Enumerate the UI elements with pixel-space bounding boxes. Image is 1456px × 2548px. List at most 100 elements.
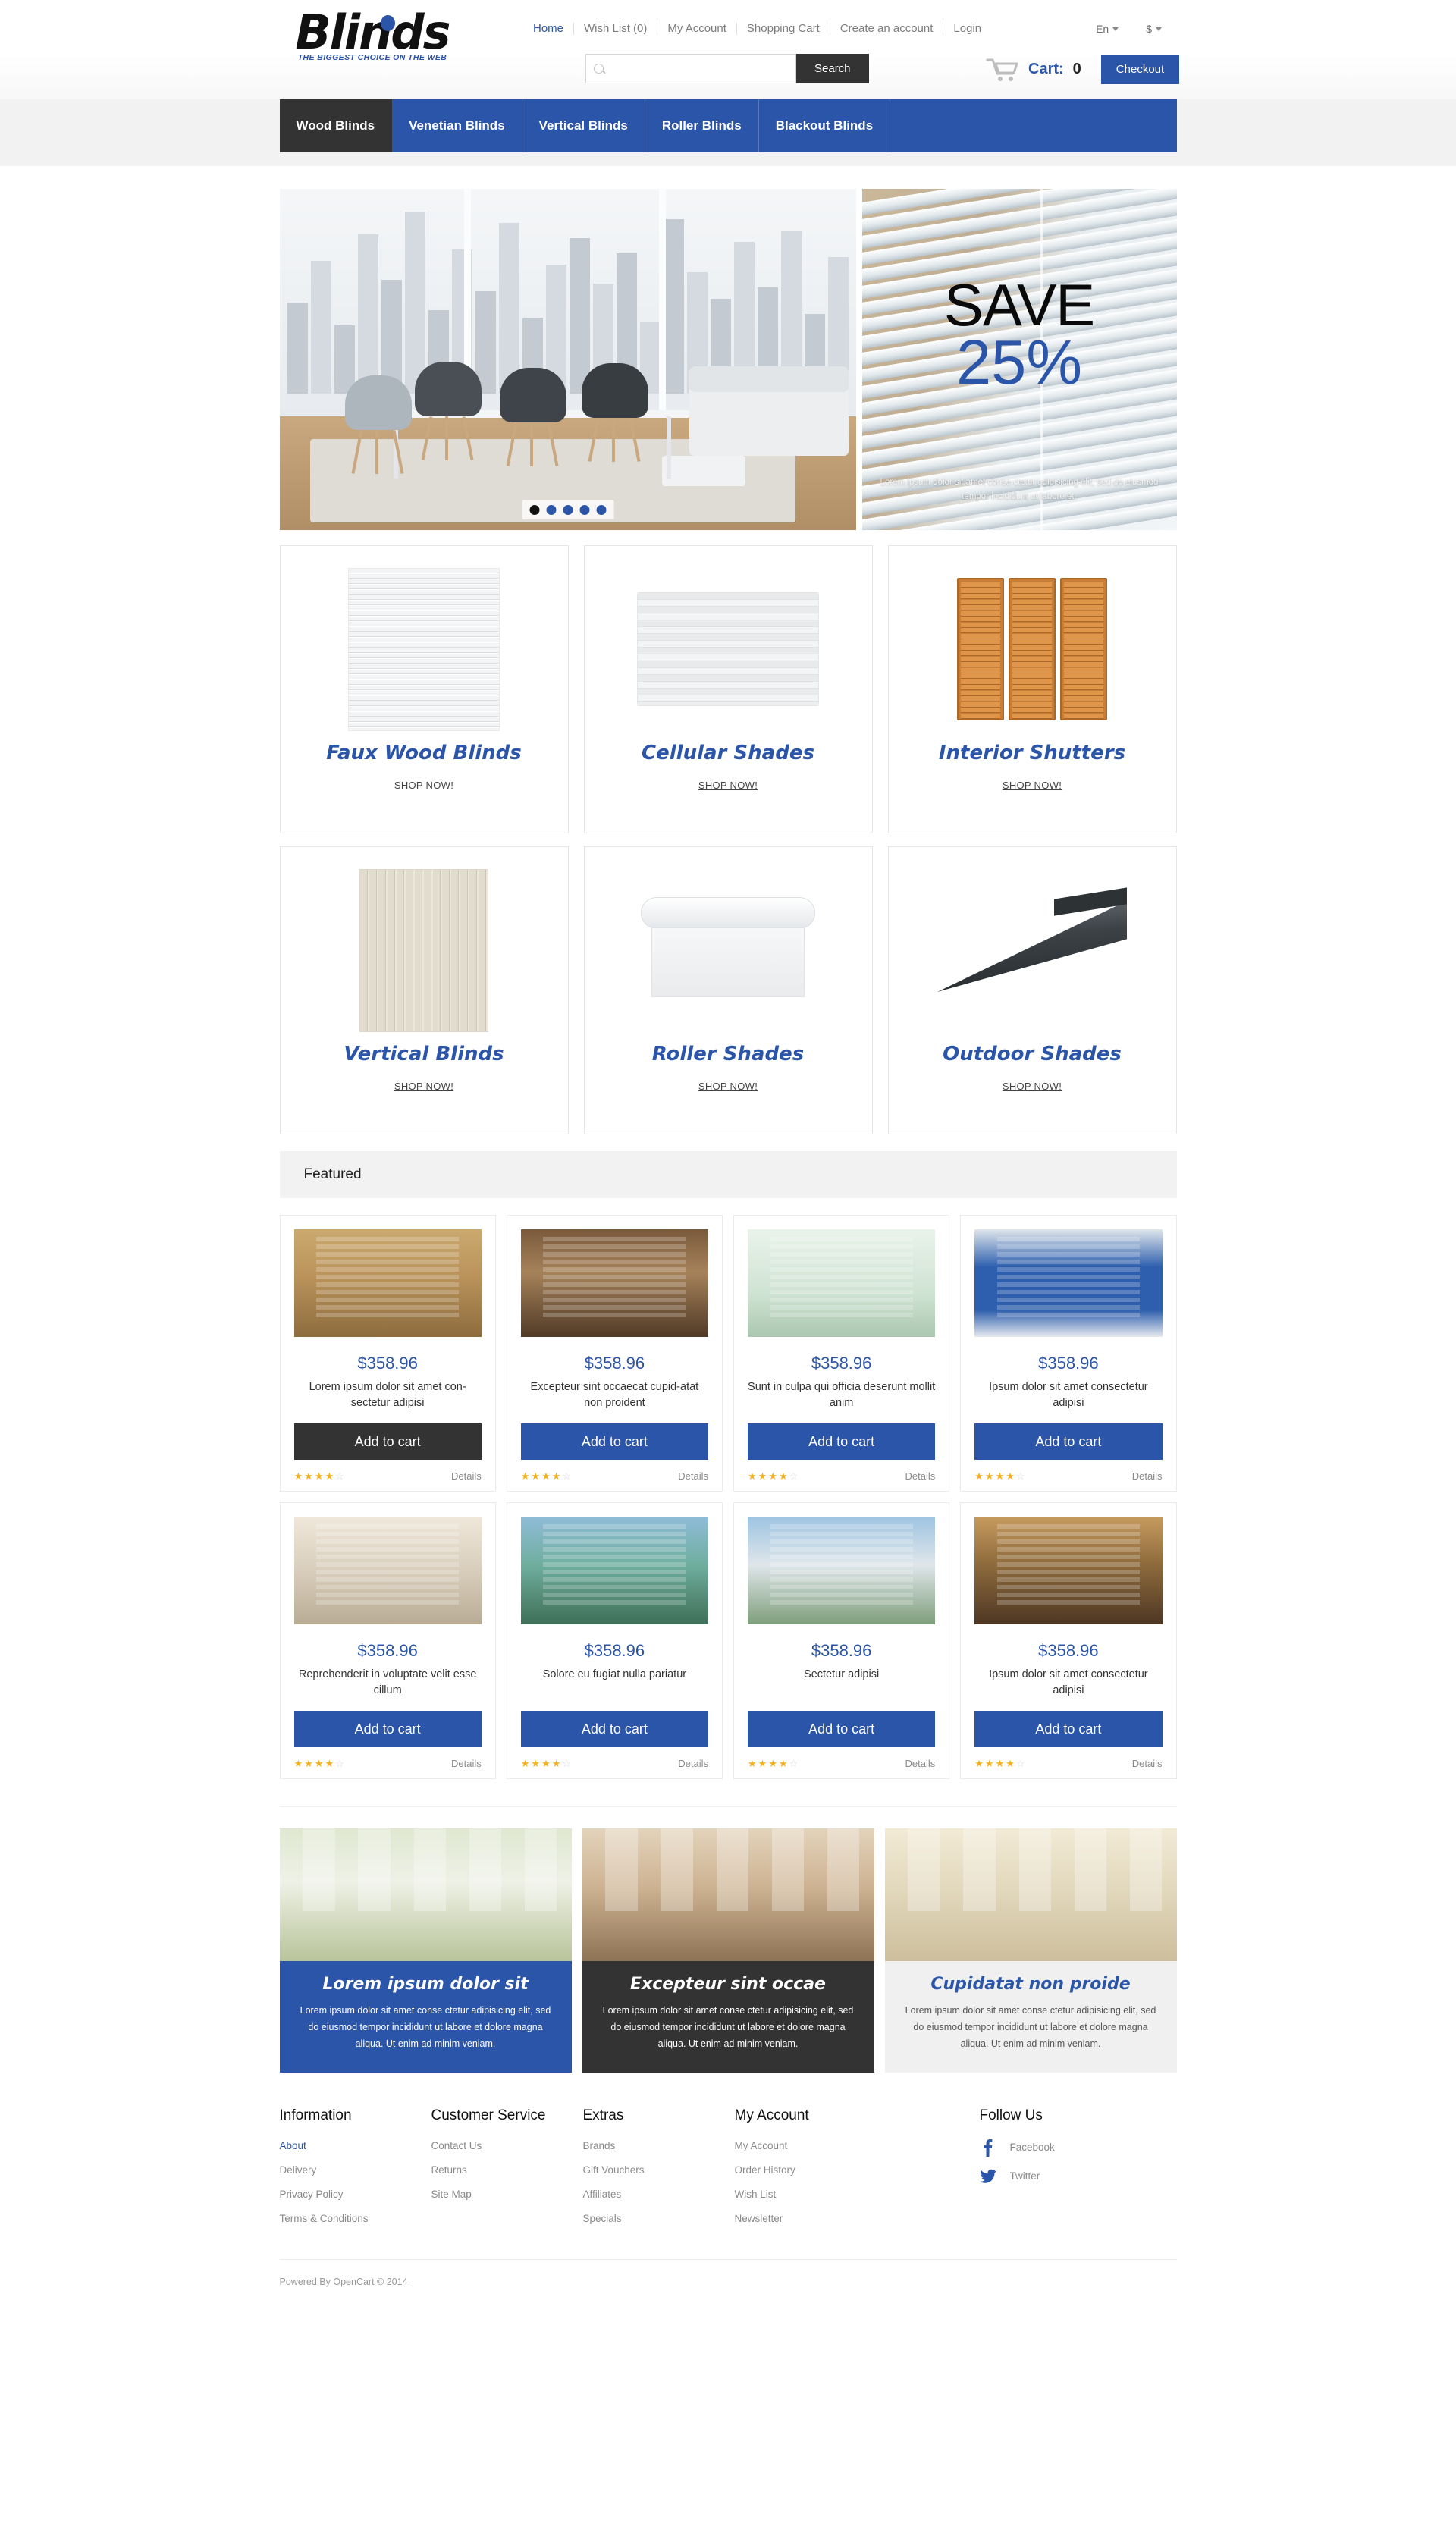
add-to-cart-button[interactable]: Add to cart xyxy=(974,1711,1163,1747)
product-name[interactable]: Solore eu fugiat nulla pariatur xyxy=(543,1667,686,1700)
currency-selector[interactable]: $ xyxy=(1146,23,1162,35)
social-link-facebook[interactable]: Facebook xyxy=(980,2138,1177,2157)
product-name[interactable]: Excepteur sint occaecat cupid-atat non p… xyxy=(521,1379,708,1413)
promo-banner-save[interactable]: SAVE 25% Lorem ipsum dolor sit amet cons… xyxy=(861,189,1177,530)
slider-dots[interactable] xyxy=(522,500,613,519)
add-to-cart-button[interactable]: Add to cart xyxy=(293,1423,482,1460)
hero-slider[interactable] xyxy=(279,189,856,530)
product-name[interactable]: Sunt in culpa qui officia deserunt molli… xyxy=(748,1379,935,1413)
category-card-faux-wood-blinds[interactable]: Faux Wood Blinds SHOP NOW! xyxy=(279,545,569,833)
category-shop-link[interactable]: SHOP NOW! xyxy=(1003,780,1062,791)
product-image[interactable] xyxy=(748,1517,936,1624)
footer-link-delivery[interactable]: Delivery xyxy=(280,2164,317,2176)
slider-dot-1[interactable] xyxy=(529,505,539,515)
category-shop-link[interactable]: SHOP NOW! xyxy=(394,780,453,791)
product-card[interactable]: $358.96 Ipsum dolor sit amet consectetur … xyxy=(960,1502,1177,1779)
category-card-interior-shutters[interactable]: Interior Shutters SHOP NOW! xyxy=(887,545,1177,833)
slider-dot-4[interactable] xyxy=(579,505,589,515)
product-name[interactable]: Reprehenderit in voluptate velit esse ci… xyxy=(294,1667,482,1700)
footer-link-terms-conditions[interactable]: Terms & Conditions xyxy=(280,2213,369,2224)
category-shop-link[interactable]: SHOP NOW! xyxy=(394,1081,453,1092)
language-selector[interactable]: En xyxy=(1096,23,1119,35)
nav-item-wood-blinds[interactable]: Wood Blinds xyxy=(279,99,393,152)
footer-link-brands[interactable]: Brands xyxy=(583,2140,616,2151)
product-name[interactable]: Ipsum dolor sit amet consectetur adipisi xyxy=(974,1379,1162,1413)
product-details-link[interactable]: Details xyxy=(678,1758,708,1769)
utility-link-shopping-cart[interactable]: Shopping Cart xyxy=(737,23,830,35)
product-image[interactable] xyxy=(520,1229,708,1337)
category-shop-link[interactable]: SHOP NOW! xyxy=(1003,1081,1062,1092)
utility-link-wish-list-0[interactable]: Wish List (0) xyxy=(574,23,658,35)
promo-banner-1[interactable]: Lorem ipsum dolor sit Lorem ipsum dolor s… xyxy=(279,1828,572,2073)
product-name[interactable]: Lorem ipsum dolor sit amet con-sectetur … xyxy=(294,1379,482,1413)
utility-link-create-an-account[interactable]: Create an account xyxy=(830,23,944,35)
footer-link-site-map[interactable]: Site Map xyxy=(431,2189,472,2200)
site-logo[interactable]: Blinds THE BIGGEST CHOICE ON THE WEB xyxy=(278,9,467,63)
category-card-vertical-blinds[interactable]: Vertical Blinds SHOP NOW! xyxy=(279,846,569,1134)
nav-item-roller-blinds[interactable]: Roller Blinds xyxy=(645,99,759,152)
category-card-roller-shades[interactable]: Roller Shades SHOP NOW! xyxy=(583,846,873,1134)
add-to-cart-button[interactable]: Add to cart xyxy=(520,1711,708,1747)
product-image[interactable] xyxy=(974,1517,1163,1624)
add-to-cart-button[interactable]: Add to cart xyxy=(520,1423,708,1460)
search-button[interactable]: Search xyxy=(796,54,869,83)
product-card[interactable]: $358.96 Sectetur adipisi Add to cart ★ ★ ★ ★ ☆ D… xyxy=(733,1502,950,1779)
product-card[interactable]: $358.96 Ipsum dolor sit amet consectetur … xyxy=(960,1215,1177,1492)
utility-link-login[interactable]: Login xyxy=(943,23,991,35)
slider-dot-5[interactable] xyxy=(596,505,606,515)
add-to-cart-button[interactable]: Add to cart xyxy=(293,1711,482,1747)
product-card[interactable]: $358.96 Lorem ipsum dolor sit amet con-se… xyxy=(279,1215,496,1492)
product-card[interactable]: $358.96 Excepteur sint occaecat cupid-ata… xyxy=(506,1215,723,1492)
nav-item-blackout-blinds[interactable]: Blackout Blinds xyxy=(759,99,891,152)
product-card[interactable]: $358.96 Sunt in culpa qui officia deserun… xyxy=(733,1215,950,1492)
utility-link-home[interactable]: Home xyxy=(523,23,575,35)
cart-icon[interactable] xyxy=(986,58,1019,82)
product-name[interactable]: Sectetur adipisi xyxy=(804,1667,879,1700)
add-to-cart-button[interactable]: Add to cart xyxy=(748,1711,936,1747)
slider-dot-3[interactable] xyxy=(563,505,573,515)
promo-banner-3[interactable]: Cupidatat non proide Lorem ipsum dolor si… xyxy=(884,1828,1177,2073)
product-image[interactable] xyxy=(293,1229,482,1337)
product-details-link[interactable]: Details xyxy=(905,1758,936,1769)
slider-dot-2[interactable] xyxy=(546,505,556,515)
product-details-link[interactable]: Details xyxy=(1132,1758,1163,1769)
social-link-twitter[interactable]: Twitter xyxy=(979,2168,1177,2185)
footer-link-order-history[interactable]: Order History xyxy=(735,2164,795,2176)
product-name[interactable]: Ipsum dolor sit amet consectetur adipisi xyxy=(974,1667,1162,1700)
footer-link-gift-vouchers[interactable]: Gift Vouchers xyxy=(583,2164,645,2176)
add-to-cart-button[interactable]: Add to cart xyxy=(974,1423,1163,1460)
nav-item-venetian-blinds[interactable]: Venetian Blinds xyxy=(392,99,522,152)
footer-link-contact-us[interactable]: Contact Us xyxy=(431,2140,482,2151)
checkout-button[interactable]: Checkout xyxy=(1100,55,1180,84)
product-details-link[interactable]: Details xyxy=(451,1758,482,1769)
footer-link-affiliates[interactable]: Affiliates xyxy=(583,2189,622,2200)
promo-banner-2[interactable]: Excepteur sint occae Lorem ipsum dolor si… xyxy=(582,1828,874,2073)
category-card-outdoor-shades[interactable]: Outdoor Shades SHOP NOW! xyxy=(887,846,1177,1134)
add-to-cart-button[interactable]: Add to cart xyxy=(748,1423,936,1460)
category-shop-link[interactable]: SHOP NOW! xyxy=(698,1081,758,1092)
footer-link-specials[interactable]: Specials xyxy=(583,2213,622,2224)
footer-link-wish-list[interactable]: Wish List xyxy=(735,2189,777,2200)
category-card-cellular-shades[interactable]: Cellular Shades SHOP NOW! xyxy=(583,545,873,833)
footer-link-privacy-policy[interactable]: Privacy Policy xyxy=(280,2189,344,2200)
nav-item-vertical-blinds[interactable]: Vertical Blinds xyxy=(522,99,645,152)
vane xyxy=(442,869,450,1031)
search-input[interactable] xyxy=(604,55,788,83)
product-card[interactable]: $358.96 Solore eu fugiat nulla pariatur Ad… xyxy=(506,1502,723,1779)
footer-link-my-account[interactable]: My Account xyxy=(735,2140,788,2151)
product-image[interactable] xyxy=(748,1229,936,1337)
product-image[interactable] xyxy=(974,1229,1163,1337)
product-image[interactable] xyxy=(293,1517,482,1624)
product-card[interactable]: $358.96 Reprehenderit in voluptate velit … xyxy=(279,1502,496,1779)
footer-link-about[interactable]: About xyxy=(280,2140,306,2151)
utility-link-my-account[interactable]: My Account xyxy=(657,23,737,35)
category-shop-link[interactable]: SHOP NOW! xyxy=(698,780,758,791)
footer-link-newsletter[interactable]: Newsletter xyxy=(735,2213,783,2224)
product-details-link[interactable]: Details xyxy=(905,1470,936,1482)
footer-link-returns[interactable]: Returns xyxy=(431,2164,467,2176)
product-details-link[interactable]: Details xyxy=(1132,1470,1163,1482)
product-details-link[interactable]: Details xyxy=(678,1470,708,1482)
hero-cityscape xyxy=(287,204,849,394)
product-details-link[interactable]: Details xyxy=(451,1470,482,1482)
product-image[interactable] xyxy=(520,1517,708,1624)
